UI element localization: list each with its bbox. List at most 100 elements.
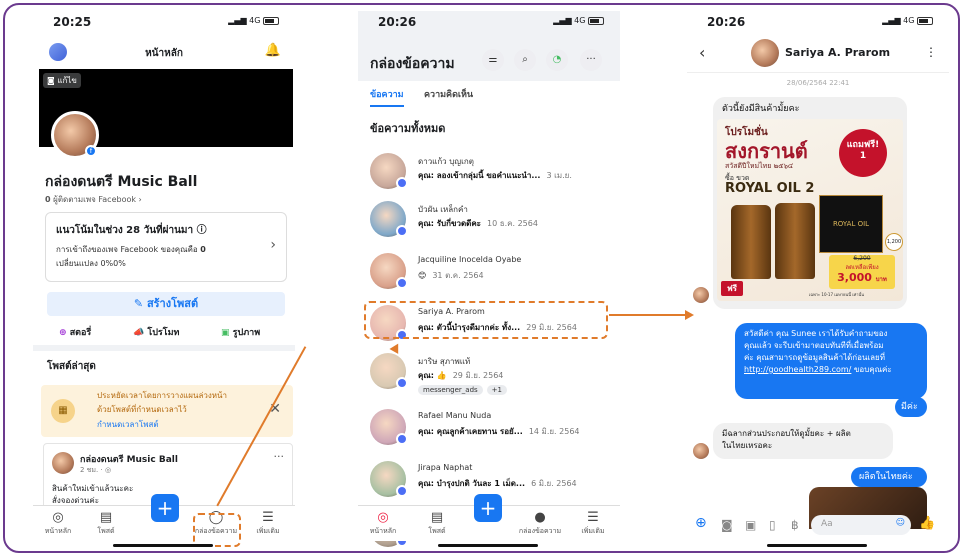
image-icon[interactable]: ▣ bbox=[745, 518, 756, 532]
compass-icon: ◎ bbox=[377, 510, 389, 525]
tab-messages-label: ข้อความ bbox=[370, 90, 404, 100]
emoji-icon[interactable]: ☺ bbox=[896, 518, 905, 528]
back-icon[interactable]: ‹ bbox=[699, 43, 705, 62]
chat-icon: ● bbox=[534, 510, 546, 525]
signal-indicator: ▂▄▆ 4G bbox=[228, 16, 279, 25]
trend-line2: เปลี่ยนแปลง 0%0% bbox=[56, 259, 126, 268]
megaphone-icon: 📣 bbox=[133, 328, 145, 338]
label-chip-more[interactable]: +1 bbox=[486, 385, 507, 395]
status-bar: 20:25 ▂▄▆ 4G bbox=[33, 11, 295, 33]
ad-price-value: 3,000 bbox=[837, 271, 872, 284]
promote-label: โปรโมท bbox=[147, 328, 180, 338]
message-preview-text: คุณ: บำรุงปกติ วันละ 1 เม็ด... bbox=[418, 479, 526, 488]
compose-icon[interactable]: ◔ bbox=[546, 49, 568, 71]
post-time: 2 ชม. · ◎ bbox=[80, 465, 111, 476]
create-fab-button[interactable]: + bbox=[474, 494, 502, 522]
post-author-avatar bbox=[52, 452, 74, 474]
search-icon[interactable]: ⌕ bbox=[514, 49, 536, 71]
more-icon[interactable]: ··· bbox=[274, 450, 285, 463]
product-ad-image[interactable]: โปรโมชั่น สงกรานต์ สวัสดีปีใหม่ไทย ๒๕๖๔ … bbox=[717, 119, 903, 301]
tab-home[interactable]: ◎ หน้าหลัก bbox=[358, 510, 408, 537]
filter-icon[interactable]: ⚌ bbox=[482, 49, 504, 71]
message-date: 3 เม.ย. bbox=[546, 171, 572, 180]
tab-comments-label: ความคิดเห็น bbox=[424, 90, 474, 100]
sticker-icon[interactable]: ▯ bbox=[769, 518, 776, 532]
photo-label: รูปภาพ bbox=[232, 328, 261, 338]
plus-circle-icon[interactable]: ⊕ bbox=[695, 515, 707, 531]
outgoing-message-3[interactable]: ผลิตในไทยค่ะ bbox=[851, 467, 927, 487]
conversation-row[interactable]: Jacquiline Inocelda Oyabe 😊 31 ต.ค. 2564 bbox=[370, 251, 610, 301]
create-post-button[interactable]: ✎ สร้างโพสต์ bbox=[47, 292, 285, 316]
message-preview: คุณ: 👍 29 มิ.ย. 2564 bbox=[418, 369, 503, 382]
outgoing-message-2[interactable]: มีค่ะ bbox=[895, 397, 927, 417]
contact-avatar[interactable] bbox=[751, 39, 779, 67]
globe-icon: ◎ bbox=[104, 466, 112, 474]
selected-conversation-highlight bbox=[364, 301, 608, 339]
tab-posts-label: โพสต์ bbox=[428, 527, 446, 535]
outgoing-message-1[interactable]: สวัสดีค่า คุณ Sunee เราได้รับคำถามของ คุ… bbox=[735, 323, 927, 399]
network-label: 4G bbox=[249, 16, 261, 25]
conversation-header: ‹ Sariya A. Prarom ⋮ bbox=[687, 33, 949, 73]
tab-posts-label: โพสต์ bbox=[97, 527, 115, 535]
goodhealth-link[interactable]: http://goodhealth289.com/ bbox=[744, 365, 851, 374]
divider bbox=[33, 345, 295, 351]
message-date: 31 ต.ค. 2564 bbox=[432, 271, 484, 280]
conversation-row[interactable]: Rafael Manu Nuda คุณ: คุณลูกค้าเคยทาน รอย… bbox=[370, 407, 610, 457]
trend-line1: การเข้าถึงของเพจ Facebook ของคุณคือ 0 bbox=[56, 243, 206, 256]
conversation-row[interactable]: มาริษ สุภาพแท้ คุณ: 👍 29 มิ.ย. 2564 messeng… bbox=[370, 351, 610, 401]
ad-free-tag: ฟรี bbox=[721, 281, 743, 296]
page-header: หน้าหลัก 🔔 bbox=[33, 33, 295, 61]
outgoing-message-1-line-d: ขอบคุณค่ะ bbox=[853, 365, 892, 374]
more-vertical-icon[interactable]: ⋮ bbox=[925, 45, 937, 59]
trend-card[interactable]: แนวโน้มในช่วง 28 วันที่ผ่านมา ⓘ การเข้าถ… bbox=[45, 212, 287, 282]
tab-more[interactable]: ☰ เพิ่มเติม bbox=[243, 510, 293, 537]
message-date: 29 มิ.ย. 2564 bbox=[452, 371, 504, 380]
inbox-screen: 20:26 ▂▄▆ 4G กล่องข้อความ ⚌ ⌕ ◔ ··· ข้อค… bbox=[358, 11, 620, 551]
schedule-post-link[interactable]: กำหนดเวลาโพสต์ bbox=[97, 418, 159, 431]
tab-inbox[interactable]: ● กล่องข้อความ bbox=[510, 510, 570, 537]
message-date: 6 มิ.ย. 2564 bbox=[531, 479, 577, 488]
message-composer: ⊕ ◙ ▣ ▯ ฿ Aa ☺ 👍 bbox=[687, 513, 949, 539]
recent-posts-heading: โพสต์ล่าสุด bbox=[47, 361, 96, 372]
followers-link[interactable]: 0 ผู้ติดตามเพจ Facebook › bbox=[45, 193, 142, 206]
create-post-label: สร้างโพสต์ bbox=[146, 297, 199, 310]
bell-icon[interactable]: 🔔 bbox=[265, 43, 281, 58]
trend-title: แนวโน้มในช่วง 28 วันที่ผ่านมา ⓘ bbox=[56, 221, 207, 238]
message-input[interactable]: Aa ☺ bbox=[811, 515, 911, 535]
conversation-row[interactable]: บัวผัน เหล็กคำ คุณ: รับกี่ขวดดีคะ 10 ธ.ค. … bbox=[370, 199, 610, 249]
banner-line1: ประหยัดเวลาโดยการวางแผนล่วงหน้า bbox=[97, 391, 227, 400]
photo-button[interactable]: ▣ รูปภาพ bbox=[221, 325, 260, 339]
tab-more[interactable]: ☰ เพิ่มเติม bbox=[568, 510, 618, 537]
status-time: 20:25 bbox=[53, 15, 92, 29]
tab-posts[interactable]: ▤ โพสต์ bbox=[81, 510, 131, 537]
currency-icon[interactable]: ฿ bbox=[791, 518, 799, 532]
label-chip[interactable]: messenger_ads bbox=[418, 385, 483, 395]
calendar-icon: ▦ bbox=[51, 399, 75, 423]
tab-inbox-label: กล่องข้อความ bbox=[518, 527, 562, 535]
camera-icon: ◙ bbox=[47, 76, 55, 85]
plus-circle-icon: ⊕ bbox=[59, 328, 67, 338]
tab-more-label: เพิ่มเติม bbox=[256, 527, 280, 535]
page-name: กล่องดนตรี Music Ball bbox=[45, 174, 198, 190]
tab-messages[interactable]: ข้อความ bbox=[370, 87, 404, 107]
incoming-message-1-text: ตัวนี้ยังมีสินค้ามั้ยคะ bbox=[722, 104, 800, 114]
incoming-message-2[interactable]: มีฉลากส่วนประกอบให้ดูมั้ยคะ + ผลิต ในไทยเ… bbox=[713, 423, 893, 459]
create-fab-button[interactable]: + bbox=[151, 494, 179, 522]
contact-name[interactable]: Sariya A. Prarom bbox=[785, 46, 890, 59]
pages-icon: ▤ bbox=[430, 510, 444, 525]
tab-comments[interactable]: ความคิดเห็น bbox=[424, 87, 473, 101]
battery-icon bbox=[263, 16, 279, 25]
edit-cover-button[interactable]: ◙ แก้ไข bbox=[43, 73, 81, 88]
tab-home[interactable]: ◎ หน้าหลัก bbox=[33, 510, 83, 537]
signal-indicator: ▂▄▆ 4G bbox=[553, 16, 604, 25]
network-label: 4G bbox=[903, 16, 915, 25]
promote-button[interactable]: 📣 โปรโมท bbox=[133, 325, 179, 339]
camera-icon[interactable]: ◙ bbox=[721, 518, 733, 532]
conversation-row[interactable]: ดาวแก้ว บุญเกตุ คุณ: ลองเข้ากลุ่มนี้ ขอคำ… bbox=[370, 151, 610, 201]
thumbs-up-icon[interactable]: 👍 bbox=[919, 516, 935, 531]
story-button[interactable]: ⊕ สตอรี่ bbox=[59, 325, 91, 339]
tab-posts[interactable]: ▤ โพสต์ bbox=[412, 510, 462, 537]
more-icon[interactable]: ··· bbox=[580, 49, 602, 71]
message-preview: คุณ: บำรุงปกติ วันละ 1 เม็ด... 6 มิ.ย. 25… bbox=[418, 477, 577, 490]
product-bottle-left bbox=[731, 205, 771, 279]
